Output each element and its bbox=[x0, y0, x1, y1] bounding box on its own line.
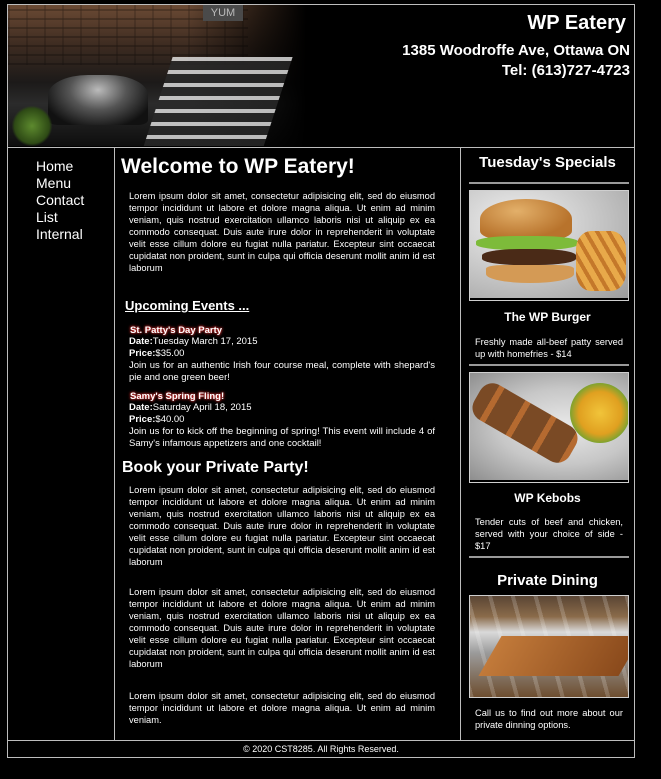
main-content: Welcome to WP Eatery! Lorem ipsum dolor … bbox=[115, 148, 461, 740]
private-dining-heading: Private Dining bbox=[497, 572, 598, 589]
contact-block: 1385 Woodroffe Ave, Ottawa ON Tel: (613)… bbox=[402, 41, 630, 81]
event-description: Join us for to kick off the beginning of… bbox=[129, 426, 435, 449]
event-title: St. Patty's Day Party bbox=[130, 325, 223, 336]
hero-image: YUM bbox=[8, 5, 306, 146]
nav-item-contact[interactable]: Contact bbox=[36, 192, 114, 209]
yum-sign: YUM bbox=[203, 5, 243, 21]
main-nav: Home Menu Contact List Internal bbox=[8, 148, 115, 740]
private-dining-text: Call us to find out more about our priva… bbox=[475, 708, 623, 730]
event-date: Date:Tuesday March 17, 2015 bbox=[129, 336, 258, 347]
phone: Tel: (613)727-4723 bbox=[501, 62, 630, 79]
divider bbox=[469, 364, 629, 366]
nav-item-list[interactable]: List bbox=[36, 209, 114, 226]
nav-item-menu[interactable]: Menu bbox=[36, 175, 114, 192]
address: 1385 Woodroffe Ave, Ottawa ON bbox=[402, 42, 630, 59]
dining-room-image bbox=[469, 595, 629, 698]
site-title: WP Eatery bbox=[527, 12, 626, 34]
party-paragraph: Lorem ipsum dolor sit amet, consectetur … bbox=[129, 587, 435, 669]
special-name: WP Kebobs bbox=[514, 491, 581, 505]
events-heading: Upcoming Events ... bbox=[125, 298, 250, 313]
page-frame: YUM WP Eatery 1385 Woodroffe Ave, Ottawa… bbox=[7, 4, 635, 758]
intro-text: Lorem ipsum dolor sit amet, consectetur … bbox=[129, 191, 435, 273]
welcome-title: Welcome to WP Eatery! bbox=[121, 155, 355, 178]
special-name: The WP Burger bbox=[504, 310, 591, 324]
burger-image bbox=[469, 190, 629, 301]
site-header: YUM WP Eatery 1385 Woodroffe Ave, Ottawa… bbox=[8, 5, 634, 148]
divider bbox=[469, 182, 629, 184]
nav-item-internal[interactable]: Internal bbox=[36, 226, 114, 243]
party-paragraph: Lorem ipsum dolor sit amet, consectetur … bbox=[129, 691, 435, 725]
plant bbox=[12, 105, 52, 146]
event-price: Price:$40.00 bbox=[129, 414, 185, 425]
divider bbox=[469, 556, 629, 558]
kebab-image bbox=[469, 372, 629, 483]
counter-placemats bbox=[143, 57, 293, 146]
event-title: Samy's Spring Fling! bbox=[130, 391, 225, 402]
party-paragraph: Lorem ipsum dolor sit amet, consectetur … bbox=[129, 485, 435, 567]
event-price: Price:$35.00 bbox=[129, 348, 185, 359]
footer: © 2020 CST8285. All Rights Reserved. bbox=[8, 740, 634, 758]
event-description: Join us for an authentic Irish four cour… bbox=[129, 360, 435, 383]
cooking-pots bbox=[48, 75, 148, 125]
party-heading: Book your Private Party! bbox=[122, 459, 309, 476]
specials-heading: Tuesday's Specials bbox=[479, 154, 616, 171]
special-description: Freshly made all-beef patty served up wi… bbox=[475, 337, 623, 359]
event-date: Date:Saturday April 18, 2015 bbox=[129, 402, 252, 413]
sidebar: Tuesday's Specials The WP Burger Freshly… bbox=[461, 148, 634, 740]
nav-item-home[interactable]: Home bbox=[36, 158, 114, 175]
special-description: Tender cuts of beef and chicken, served … bbox=[475, 517, 623, 551]
